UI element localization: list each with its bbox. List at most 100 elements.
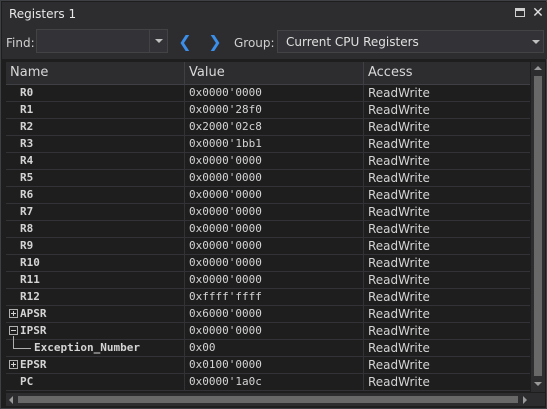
column-header-name[interactable]: Name xyxy=(6,62,185,84)
table-row[interactable]: R6 0x0000'0000 ReadWrite xyxy=(6,187,530,204)
column-header-access[interactable]: Access xyxy=(364,62,530,84)
register-value[interactable]: 0x0100'0000 xyxy=(185,357,364,373)
register-name-cell: IPSR xyxy=(6,323,185,339)
register-access: ReadWrite xyxy=(368,324,430,338)
register-access: ReadWrite xyxy=(368,222,430,236)
table-row[interactable]: R1 0x0000'28f0 ReadWrite xyxy=(6,102,530,119)
register-name: EPSR xyxy=(20,358,47,371)
scroll-left-icon[interactable] xyxy=(9,396,13,404)
register-name-cell: R5 xyxy=(6,170,185,186)
register-access: ReadWrite xyxy=(368,205,430,219)
register-name-cell: R3 xyxy=(6,136,185,152)
register-value[interactable]: 0x0000'0000 xyxy=(185,204,364,220)
chevron-left-icon[interactable]: ❮ xyxy=(178,33,192,51)
table-row[interactable]: R12 0xffff'ffff ReadWrite xyxy=(6,289,530,306)
window-title: Registers 1 xyxy=(9,7,77,21)
register-name-cell: R6 xyxy=(6,187,185,203)
register-access: ReadWrite xyxy=(368,137,430,151)
register-name-cell: R0 xyxy=(6,85,185,101)
collapse-icon[interactable] xyxy=(9,326,18,335)
title-bar: Registers 1 ✕ xyxy=(2,2,547,26)
register-name: APSR xyxy=(20,307,47,320)
register-name: Exception_Number xyxy=(34,341,140,354)
register-name: R7 xyxy=(20,205,34,218)
register-value[interactable]: 0x0000'28f0 xyxy=(185,102,364,118)
table-row[interactable]: R10 0x0000'0000 ReadWrite xyxy=(6,255,530,272)
register-value[interactable]: 0x0000'0000 xyxy=(185,187,364,203)
scroll-right-icon[interactable] xyxy=(523,396,527,404)
register-value[interactable]: 0x0000'0000 xyxy=(185,272,364,288)
table-row[interactable]: R2 0x2000'02c8 ReadWrite xyxy=(6,119,530,136)
table-row[interactable]: R5 0x0000'0000 ReadWrite xyxy=(6,170,530,187)
table-row[interactable]: R4 0x0000'0000 ReadWrite xyxy=(6,153,530,170)
tree-connector-icon xyxy=(13,348,31,349)
register-value[interactable]: 0x0000'0000 xyxy=(185,238,364,254)
register-name: R8 xyxy=(20,222,34,235)
register-value[interactable]: 0x00 xyxy=(185,340,364,356)
register-value[interactable]: 0x0000'0000 xyxy=(185,323,364,339)
register-name-cell: EPSR xyxy=(6,357,185,373)
scroll-up-icon[interactable] xyxy=(534,66,542,70)
find-input[interactable] xyxy=(36,29,168,53)
chevron-right-icon[interactable]: ❯ xyxy=(208,33,222,51)
register-value[interactable]: 0xffff'ffff xyxy=(185,289,364,305)
table-row[interactable]: R7 0x0000'0000 ReadWrite xyxy=(6,204,530,221)
table-row[interactable]: R0 0x0000'0000 ReadWrite xyxy=(6,85,530,102)
register-access: ReadWrite xyxy=(368,86,430,100)
register-name-cell: R8 xyxy=(6,221,185,237)
register-name-cell: PC xyxy=(6,374,185,390)
find-label: Find: xyxy=(6,36,35,50)
expand-icon[interactable] xyxy=(9,360,18,369)
register-value[interactable]: 0x0000'1a0c xyxy=(185,374,364,390)
horizontal-scrollbar[interactable] xyxy=(6,393,531,406)
register-access: ReadWrite xyxy=(368,307,430,321)
register-value[interactable]: 0x0000'1bb1 xyxy=(185,136,364,152)
register-value[interactable]: 0x2000'02c8 xyxy=(185,119,364,135)
close-icon[interactable]: ✕ xyxy=(531,6,545,20)
register-name: R5 xyxy=(20,171,34,184)
register-name-cell: R12 xyxy=(6,289,185,305)
table-row[interactable]: R11 0x0000'0000 ReadWrite xyxy=(6,272,530,289)
scrollbar-corner xyxy=(531,393,545,406)
expand-icon[interactable] xyxy=(9,309,18,318)
table-row[interactable]: PC 0x0000'1a0c ReadWrite xyxy=(6,374,530,391)
register-name: R12 xyxy=(20,290,40,303)
group-select[interactable]: Current CPU Registers xyxy=(277,30,544,53)
register-access: ReadWrite xyxy=(368,341,430,355)
scroll-down-icon[interactable] xyxy=(534,382,542,386)
register-value[interactable]: 0x0000'0000 xyxy=(185,255,364,271)
register-access: ReadWrite xyxy=(368,154,430,168)
register-access: ReadWrite xyxy=(368,171,430,185)
vertical-scroll-thumb[interactable] xyxy=(534,76,542,376)
register-access: ReadWrite xyxy=(368,103,430,117)
register-value[interactable]: 0x0000'0000 xyxy=(185,170,364,186)
find-dropdown-button[interactable] xyxy=(149,30,167,52)
toolbar: Find: ❮ ❯ Group: Current CPU Registers xyxy=(2,26,547,59)
table-row[interactable]: R8 0x0000'0000 ReadWrite xyxy=(6,221,530,238)
register-name: R9 xyxy=(20,239,34,252)
table-row[interactable]: Exception_Number 0x00 ReadWrite xyxy=(6,336,530,357)
table-row[interactable]: EPSR 0x0100'0000 ReadWrite xyxy=(6,357,530,374)
register-name-cell: R1 xyxy=(6,102,185,118)
table-row[interactable]: APSR 0x6000'0000 ReadWrite xyxy=(6,306,530,323)
tree-connector-icon xyxy=(13,336,14,348)
register-name: R10 xyxy=(20,256,40,269)
vertical-scrollbar[interactable] xyxy=(531,62,545,392)
table-row[interactable]: R9 0x0000'0000 ReadWrite xyxy=(6,238,530,255)
register-name-cell: R7 xyxy=(6,204,185,220)
register-value[interactable]: 0x6000'0000 xyxy=(185,306,364,322)
column-header-value[interactable]: Value xyxy=(185,62,364,84)
register-access: ReadWrite xyxy=(368,120,430,134)
register-access: ReadWrite xyxy=(368,375,430,389)
register-value[interactable]: 0x0000'0000 xyxy=(185,221,364,237)
register-name: IPSR xyxy=(20,324,47,337)
register-value[interactable]: 0x0000'0000 xyxy=(185,85,364,101)
restore-icon[interactable] xyxy=(513,6,527,20)
horizontal-scroll-thumb[interactable] xyxy=(18,396,518,403)
table-row[interactable]: R3 0x0000'1bb1 ReadWrite xyxy=(6,136,530,153)
group-select-value: Current CPU Registers xyxy=(286,35,419,49)
register-value[interactable]: 0x0000'0000 xyxy=(185,153,364,169)
group-label: Group: xyxy=(234,36,275,50)
register-name: R6 xyxy=(20,188,34,201)
table-row[interactable]: IPSR 0x0000'0000 ReadWrite xyxy=(6,323,530,340)
